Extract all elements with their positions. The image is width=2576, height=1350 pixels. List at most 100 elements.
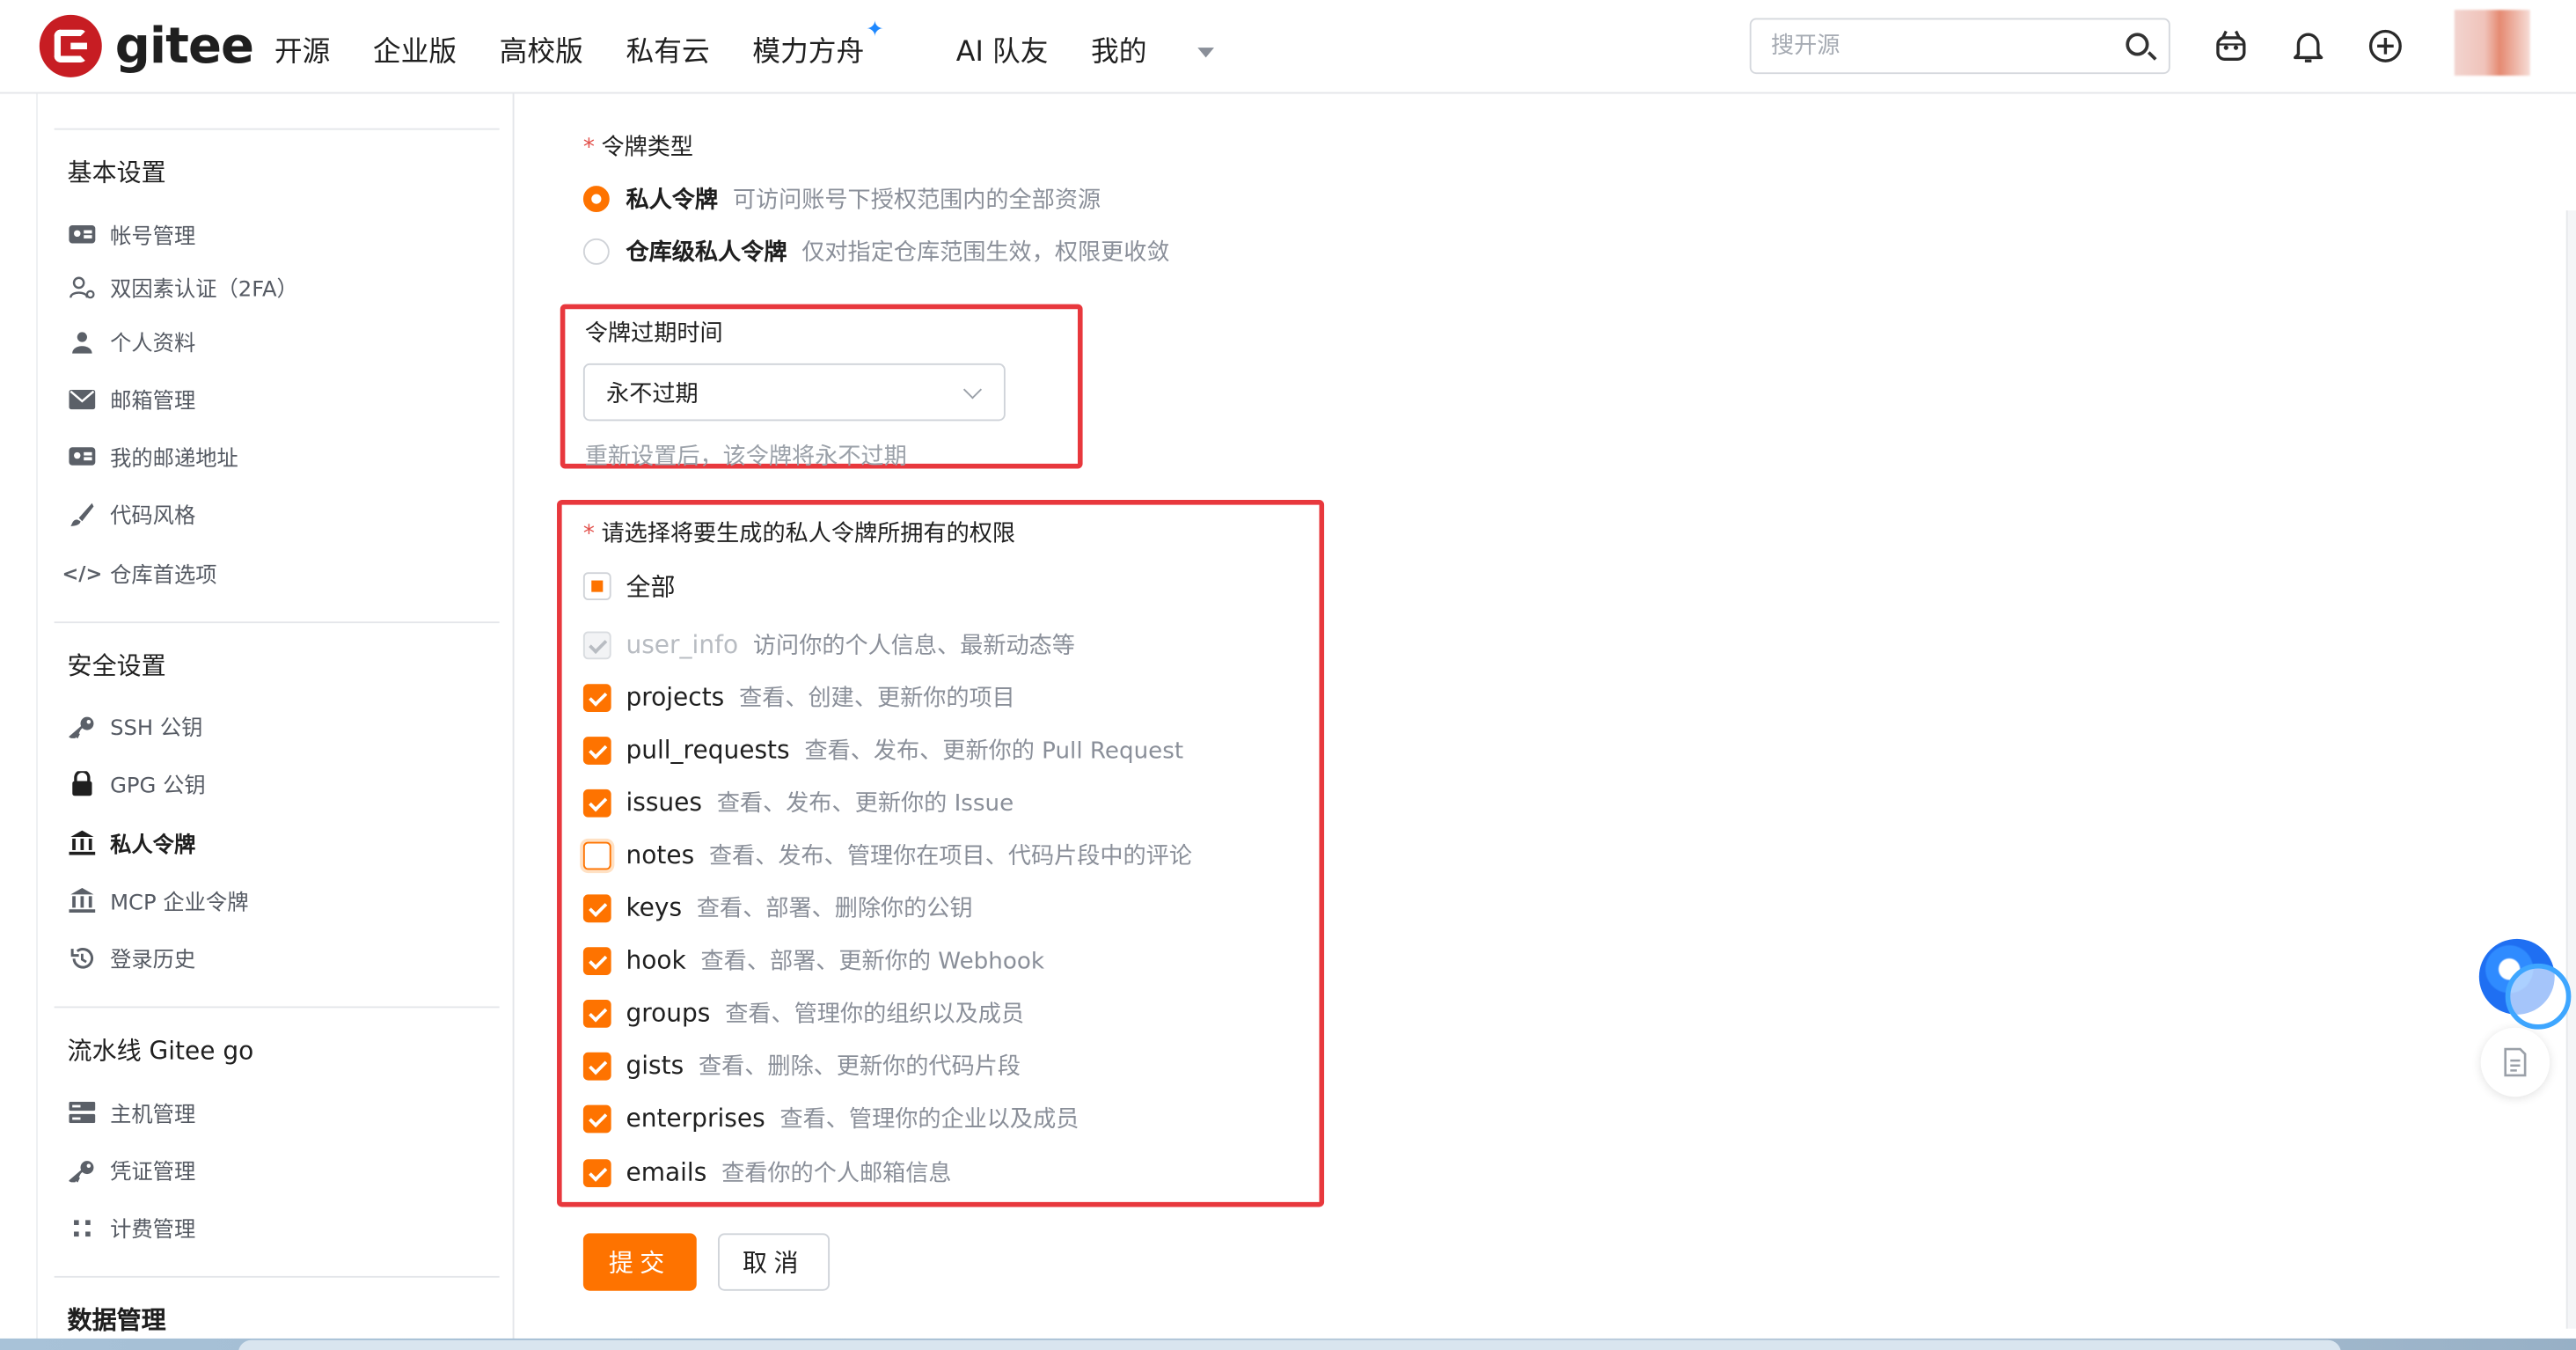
server-icon xyxy=(68,1101,98,1124)
radio-button[interactable] xyxy=(582,186,610,213)
permission-description: 查看、部署、更新你的 Webhook xyxy=(700,949,1044,975)
sidebar-item-mailing-address[interactable]: 我的邮递地址 xyxy=(68,441,238,473)
permission-enterprises[interactable]: enterprises 查看、管理你的企业以及成员 xyxy=(582,1102,1079,1134)
checkbox[interactable] xyxy=(582,999,611,1027)
main-nav: 开源 企业版 高校版 私有云 模力方舟 ✦ AI 队友 我的 xyxy=(274,18,1257,70)
permission-description: 访问你的个人信息、最新动态等 xyxy=(752,633,1075,660)
permission-keys[interactable]: keys 查看、部署、删除你的公钥 xyxy=(582,891,973,924)
sidebar-item-label: 双因素认证（2FA） xyxy=(110,277,298,303)
sidebar-item-code-style[interactable]: 代码风格 xyxy=(68,498,195,530)
sidebar-item-personal-tokens[interactable]: 私人令牌 xyxy=(68,827,196,859)
sidebar-section-title: 基本设置 xyxy=(67,158,166,188)
sidebar-item-label: 我的邮递地址 xyxy=(110,447,238,473)
code-icon: </> xyxy=(62,561,103,585)
expiry-select[interactable]: 永不过期 xyxy=(582,363,1006,422)
permission-name: enterprises xyxy=(626,1103,765,1134)
token-type-option-repo[interactable]: 仓库级私人令牌 仅对指定仓库范围生效，权限更收敛 xyxy=(582,235,1170,268)
token-type-option-personal[interactable]: 私人令牌 可访问账号下授权范围内的全部资源 xyxy=(582,182,1101,215)
permission-gists[interactable]: gists 查看、删除、更新你的代码片段 xyxy=(582,1049,1021,1082)
permission-hook[interactable]: hook 查看、部署、更新你的 Webhook xyxy=(582,943,1044,976)
nav-item-moli[interactable]: 模力方舟 ✦ xyxy=(752,18,907,70)
sidebar-item-label: 仓库首选项 xyxy=(110,563,217,589)
permission-groups[interactable]: groups 查看、管理你的组织以及成员 xyxy=(582,996,1025,1029)
submit-button[interactable]: 提交 xyxy=(582,1233,697,1291)
bell-icon[interactable] xyxy=(2288,26,2328,66)
checkbox[interactable] xyxy=(582,1104,611,1133)
checkbox[interactable] xyxy=(582,946,611,975)
sidebar-section-title: 安全设置 xyxy=(67,650,166,681)
permission-projects[interactable]: projects 查看、创建、更新你的项目 xyxy=(582,681,1015,714)
feedback-doc-icon[interactable] xyxy=(2480,1027,2550,1097)
key-icon xyxy=(68,1158,98,1182)
brush-icon xyxy=(68,502,98,525)
radio-button[interactable] xyxy=(582,238,610,265)
permission-all[interactable]: 全部 xyxy=(582,569,690,603)
sidebar-item-label: 私人令牌 xyxy=(110,833,196,859)
permission-emails[interactable]: emails 查看你的个人邮箱信息 xyxy=(582,1156,952,1189)
sidebar-item-login-history[interactable]: 登录历史 xyxy=(68,943,196,974)
sidebar-item-email[interactable]: 邮箱管理 xyxy=(68,383,195,415)
nav-item-open-source[interactable]: 开源 xyxy=(274,28,330,70)
id-card-icon xyxy=(68,444,98,467)
permission-all-label: 全部 xyxy=(626,572,676,602)
checkbox[interactable] xyxy=(582,1158,611,1187)
sidebar-item-gpg-keys[interactable]: GPG 公钥 xyxy=(68,768,206,799)
sidebar-item-credentials[interactable]: 凭证管理 xyxy=(68,1155,195,1185)
nav-item-ai-teammate[interactable]: AI 队友 xyxy=(956,28,1049,70)
permissions-label: * 请选择将要生成的私人令牌所拥有的权限 xyxy=(583,517,1015,549)
desktop-background-strip xyxy=(0,1338,2576,1350)
cancel-button[interactable]: 取消 xyxy=(718,1233,831,1291)
permission-name: notes xyxy=(626,840,695,870)
sidebar-item-label: 个人资料 xyxy=(110,332,196,357)
chevron-down-icon xyxy=(962,380,983,400)
permission-pull-requests[interactable]: pull_requests 查看、发布、更新你的 Pull Request xyxy=(582,733,1184,766)
search-icon[interactable] xyxy=(2126,33,2149,56)
checkbox[interactable] xyxy=(582,736,611,764)
checkbox[interactable] xyxy=(582,840,611,869)
permission-notes[interactable]: notes 查看、发布、管理你在项目、代码片段中的评论 xyxy=(582,839,1192,871)
sparkle-icon: ✦ xyxy=(866,18,884,43)
checkbox[interactable] xyxy=(582,683,611,712)
permission-description: 查看、发布、更新你的 Pull Request xyxy=(804,737,1184,765)
sidebar-item-billing[interactable]: 计费管理 xyxy=(68,1212,195,1244)
nav-item-mine[interactable]: 我的 xyxy=(1091,28,1215,70)
sidebar-item-host-management[interactable]: 主机管理 xyxy=(68,1097,195,1128)
nav-item-private-cloud[interactable]: 私有云 xyxy=(626,28,709,70)
checkbox[interactable] xyxy=(582,788,611,817)
token-form: * 令牌类型 私人令牌 可访问账号下授权范围内的全部资源 仓库级私人令牌 仅对指定… xyxy=(514,94,2576,1350)
sidebar-item-2fa[interactable]: 双因素认证（2FA） xyxy=(68,271,298,303)
permissions-label-text: 请选择将要生成的私人令牌所拥有的权限 xyxy=(601,521,1016,548)
id-card-icon xyxy=(68,223,98,246)
checkbox[interactable] xyxy=(582,1051,611,1080)
permission-issues[interactable]: issues 查看、发布、更新你的 Issue xyxy=(582,786,1014,818)
sidebar-item-label: 帐号管理 xyxy=(110,224,196,251)
gitee-logo[interactable]: gitee xyxy=(39,14,254,77)
checkbox[interactable] xyxy=(582,893,611,922)
search-input[interactable] xyxy=(1751,19,2081,73)
permission-description: 查看、删除、更新你的代码片段 xyxy=(699,1053,1021,1081)
scrollbar[interactable] xyxy=(2565,210,2576,1329)
lock-icon xyxy=(68,771,98,796)
avatar[interactable] xyxy=(2454,10,2530,76)
robot-icon[interactable] xyxy=(2211,26,2250,66)
nav-item-education[interactable]: 高校版 xyxy=(500,28,583,70)
sidebar-item-repo-preferences[interactable]: </> 仓库首选项 xyxy=(62,557,217,589)
permission-name: projects xyxy=(626,682,725,713)
sidebar-item-label: 登录历史 xyxy=(110,949,196,974)
plus-circle-icon[interactable] xyxy=(2366,26,2405,66)
permission-name: hook xyxy=(626,945,686,975)
sidebar-item-ssh-keys[interactable]: SSH 公钥 xyxy=(68,710,203,742)
gitee-logo-icon xyxy=(39,14,102,77)
option-name: 私人令牌 xyxy=(626,187,719,214)
permission-description: 查看、管理你的组织以及成员 xyxy=(725,1001,1025,1028)
sidebar-item-profile[interactable]: 个人资料 xyxy=(68,326,196,357)
permission-name: groups xyxy=(626,998,711,1028)
sidebar-item-mcp-tokens[interactable]: MCP 企业令牌 xyxy=(68,884,249,916)
top-navbar: gitee 开源 企业版 高校版 私有云 模力方舟 ✦ AI 队友 我的 xyxy=(0,0,2576,94)
permission-user-info: user_info 访问你的个人信息、最新动态等 xyxy=(582,628,1075,661)
sidebar-item-account[interactable]: 帐号管理 xyxy=(68,219,196,251)
required-asterisk: * xyxy=(582,521,595,548)
nav-item-moli-label: 模力方舟 xyxy=(752,36,865,70)
checkbox[interactable] xyxy=(582,572,611,600)
nav-item-enterprise[interactable]: 企业版 xyxy=(373,28,457,70)
